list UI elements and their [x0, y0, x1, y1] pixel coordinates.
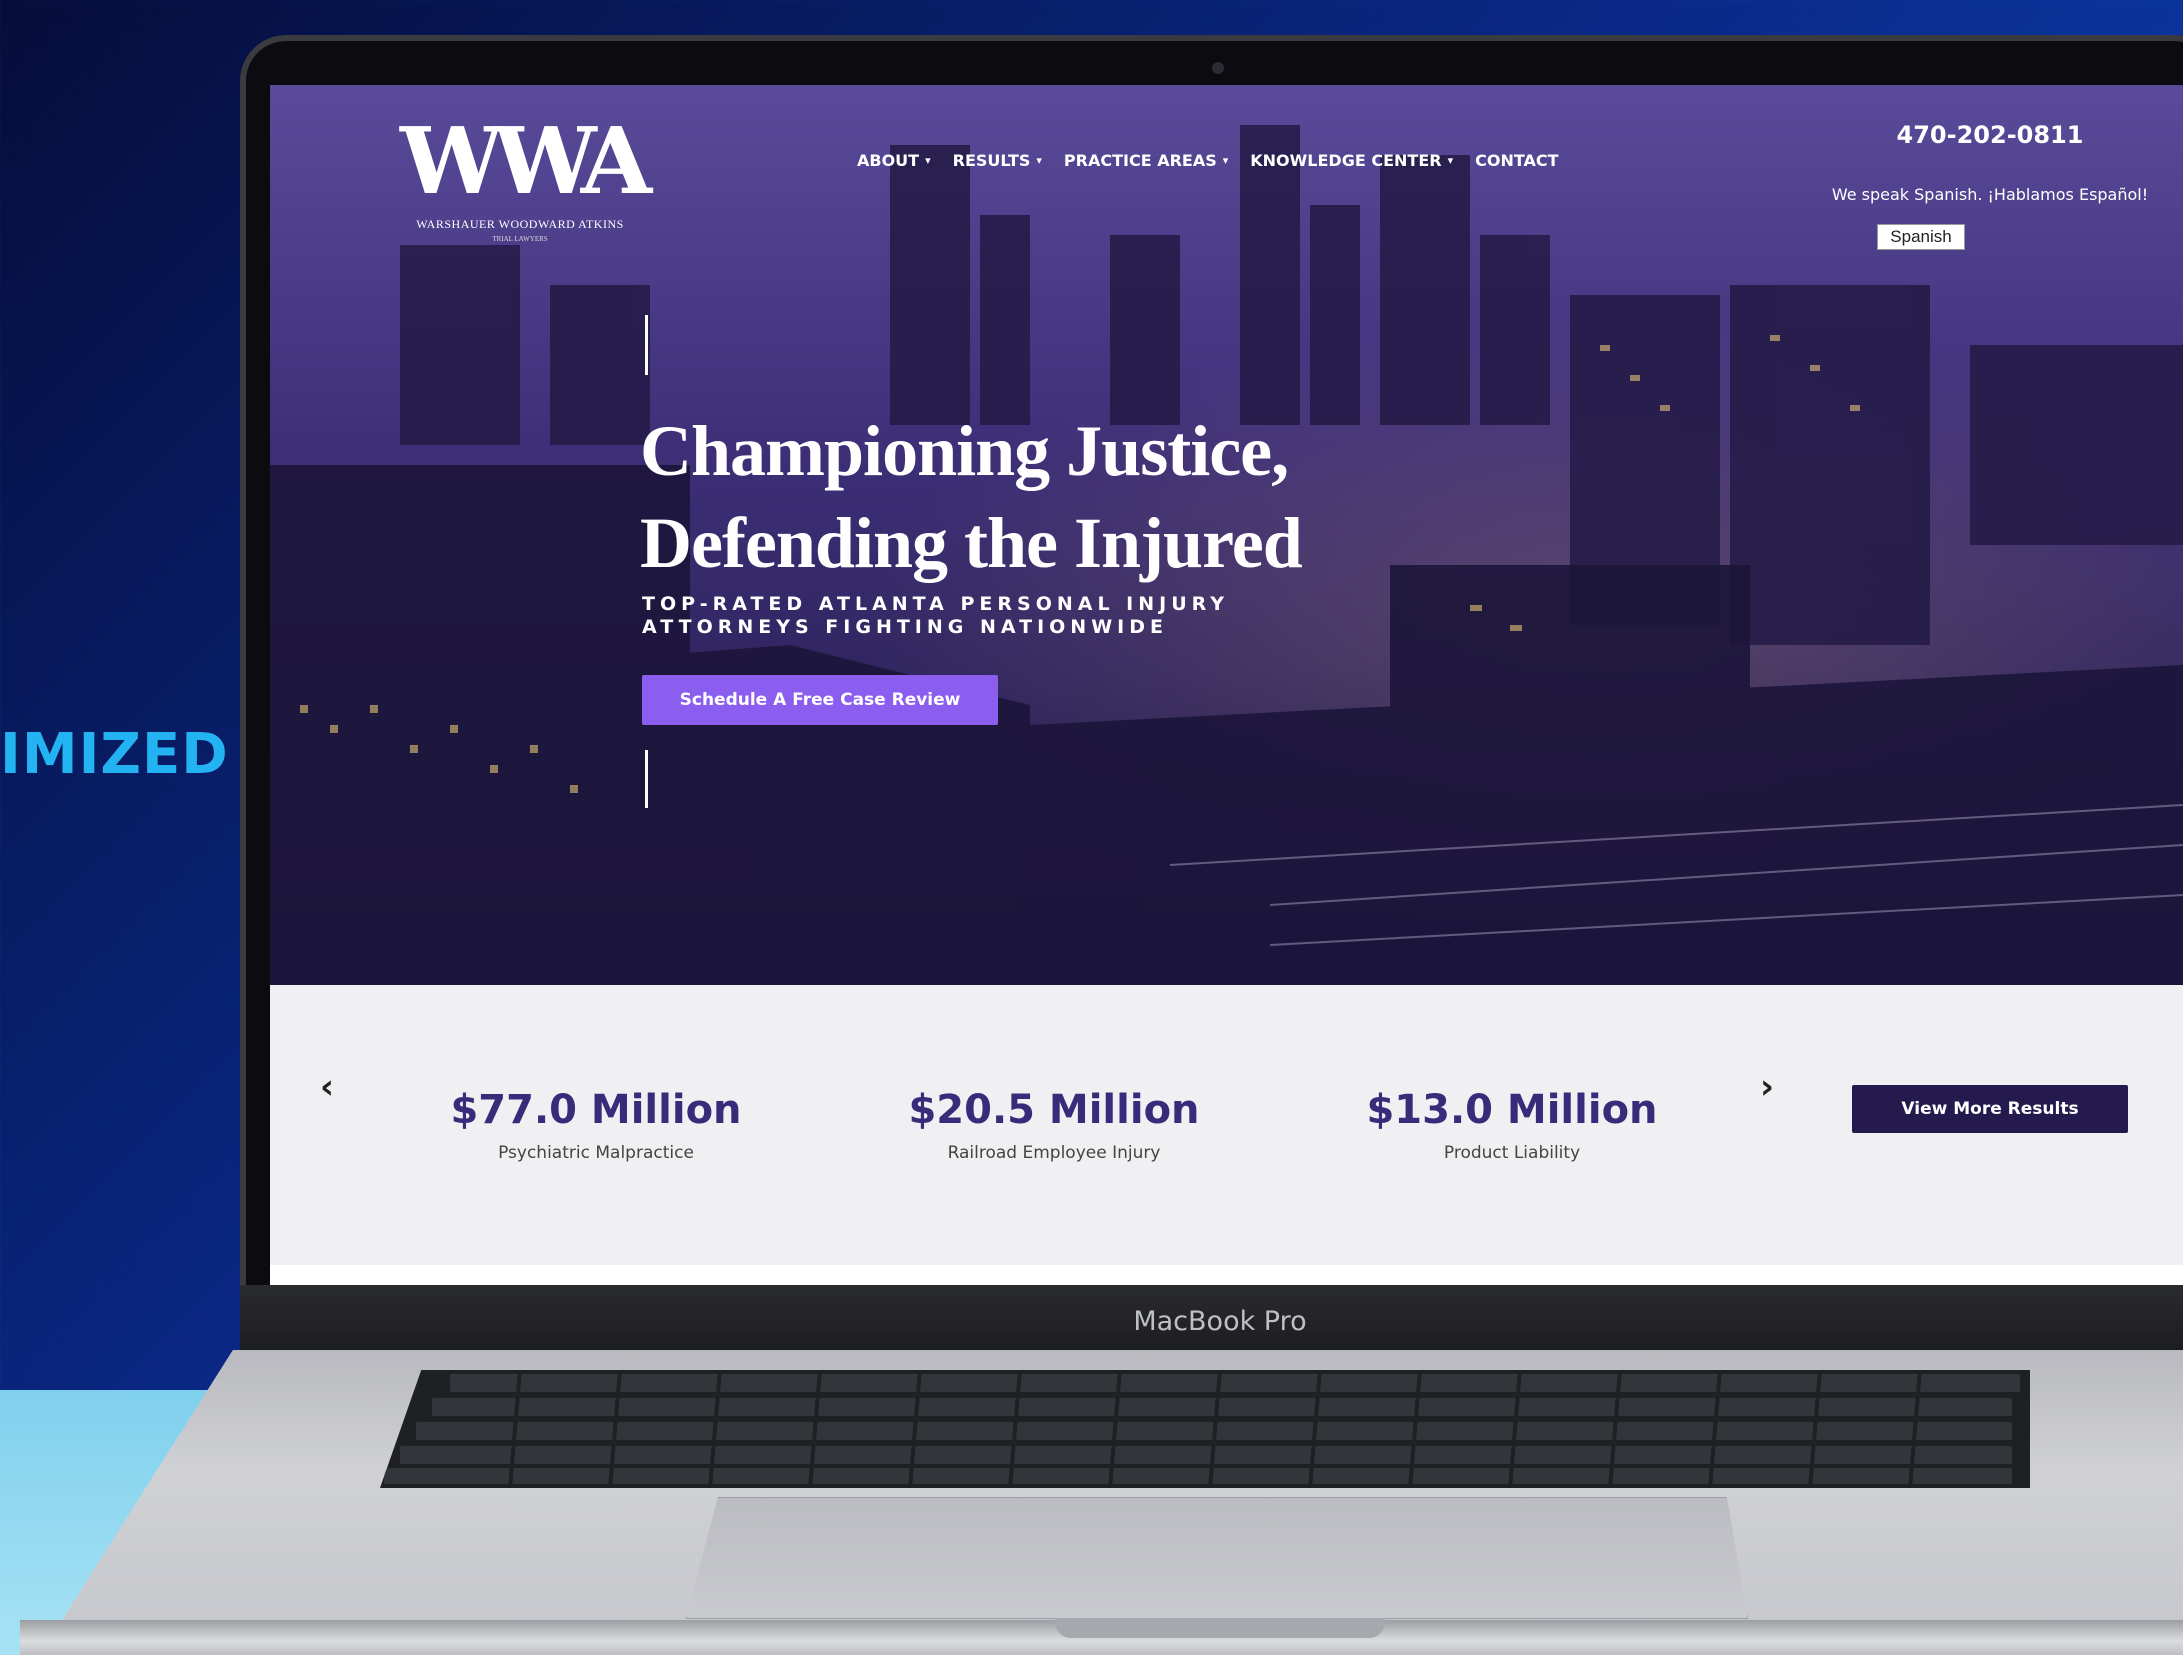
- laptop-screen: WWA WARSHAUER WOODWARD ATKINS TRIAL LAWY…: [270, 85, 2183, 1285]
- logo-mark: WWA: [400, 107, 652, 215]
- phone-link[interactable]: 470-202-0811: [1840, 121, 2140, 149]
- spanish-note: We speak Spanish. ¡Hablamos Español!: [1831, 185, 2149, 204]
- chevron-down-icon: ▾: [1222, 154, 1229, 167]
- device-brand-label: MacBook Pro: [1133, 1306, 1307, 1337]
- view-more-results-button[interactable]: View More Results: [1852, 1085, 2128, 1133]
- firm-logo[interactable]: WWA WARSHAUER WOODWARD ATKINS TRIAL LAWY…: [400, 105, 652, 245]
- prev-arrow-icon[interactable]: ‹: [320, 1067, 334, 1107]
- chevron-down-icon: ▾: [1036, 154, 1042, 167]
- keyboard-keys: [384, 1370, 2020, 1488]
- main-nav: ABOUT ▾ RESULTS ▾ PRACTICE AREAS ▾ KNOWLEDG…: [857, 151, 1559, 170]
- schedule-review-button[interactable]: Schedule A Free Case Review: [642, 675, 998, 725]
- nav-knowledge-center[interactable]: KNOWLEDGE CENTER ▾: [1250, 151, 1453, 170]
- result-item: $20.5 Million Railroad Employee Injury: [908, 1087, 1200, 1163]
- nav-practice-areas[interactable]: PRACTICE AREAS ▾: [1064, 151, 1228, 170]
- result-item: $77.0 Million Psychiatric Malpractice: [450, 1087, 742, 1163]
- result-item: $13.0 Million Product Liability: [1366, 1087, 1658, 1163]
- laptop-opening-notch: [1055, 1618, 1385, 1638]
- chevron-down-icon: ▾: [925, 154, 931, 167]
- decorative-line-top: [645, 315, 648, 375]
- logo-firm-name: WARSHAUER WOODWARD ATKINS: [416, 217, 624, 231]
- hero-headline: Championing Justice, Defending the Injur…: [640, 411, 1303, 583]
- nav-about[interactable]: ABOUT ▾: [857, 151, 931, 170]
- trackpad: [686, 1497, 1748, 1619]
- spanish-button[interactable]: Spanish: [1877, 224, 1965, 250]
- results-carousel: ‹ $77.0 Million Psychiatric Malpractice …: [270, 985, 2183, 1265]
- chevron-down-icon: ▾: [1447, 154, 1454, 167]
- nav-results[interactable]: RESULTS ▾: [953, 151, 1042, 170]
- camera-icon: [1212, 62, 1224, 74]
- logo-tagline: TRIAL LAWYERS: [492, 235, 548, 243]
- laptop-keyboard: [380, 1370, 2030, 1488]
- decorative-line-bottom: [645, 750, 648, 808]
- side-heading-fragment: IMIZED: [0, 722, 229, 787]
- hero-section: WWA WARSHAUER WOODWARD ATKINS TRIAL LAWY…: [270, 85, 2183, 985]
- next-arrow-icon[interactable]: ›: [1760, 1067, 1774, 1107]
- hero-subhead: TOP-RATED ATLANTA PERSONAL INJURY ATTORN…: [642, 593, 1229, 638]
- nav-contact[interactable]: CONTACT: [1475, 151, 1558, 170]
